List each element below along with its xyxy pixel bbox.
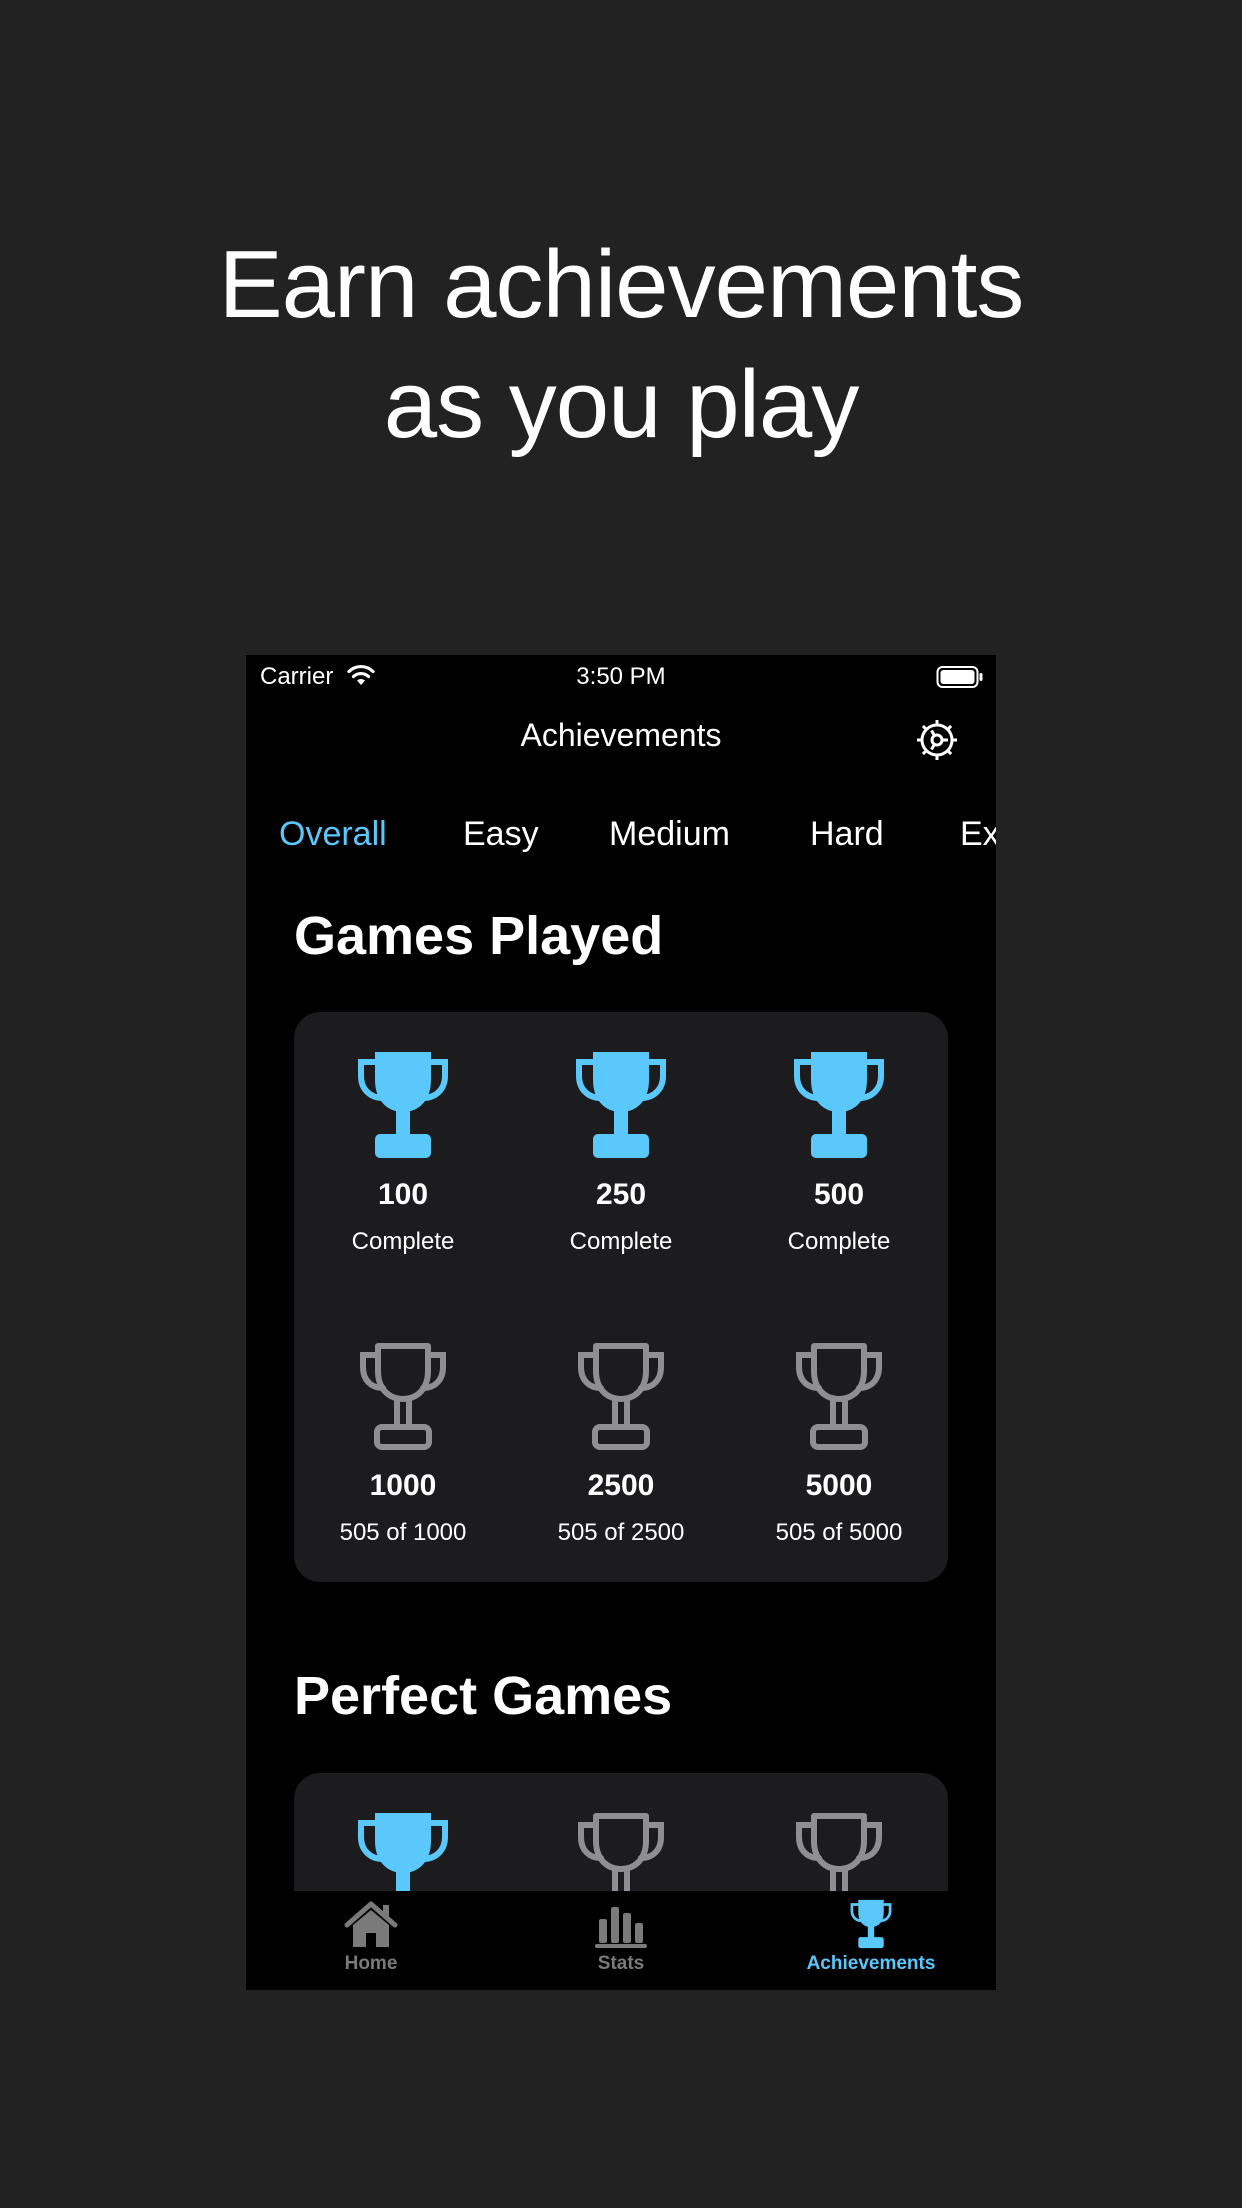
achievement-title: 1000 — [369, 1469, 437, 1502]
status-bar: Carrier 3:50 PM — [246, 655, 996, 699]
tab-bar-home[interactable]: Home — [246, 1899, 496, 1975]
achievement-status: Complete — [787, 1228, 891, 1255]
nav-title: Achievements — [520, 717, 722, 753]
headline-line-2: as you play — [383, 351, 860, 458]
achievement-title: 250 — [595, 1178, 647, 1211]
tab-hard[interactable]: Hard — [810, 815, 884, 854]
trophy-icon — [850, 1899, 892, 1949]
section-title-games-played: Games Played — [294, 906, 664, 966]
status-time: 3:50 PM — [576, 663, 666, 690]
tab-bar: Home Stats Achievements — [246, 1891, 996, 1990]
achievement-title: 100 — [377, 1178, 429, 1211]
achievement-item[interactable]: 2500 505 of 2500 — [512, 1341, 730, 1547]
tab-overall[interactable]: Overall — [279, 815, 387, 854]
section-title-perfect-games: Perfect Games — [294, 1666, 673, 1726]
phone-screen: Carrier 3:50 PM Achievements Overall Eas… — [246, 655, 996, 1990]
tab-bar-label: Stats — [597, 1953, 645, 1974]
tab-easy[interactable]: Easy — [463, 815, 539, 854]
achievement-title: 5000 — [805, 1469, 873, 1502]
achievement-status: Complete — [569, 1228, 673, 1255]
achievement-item[interactable]: 250 Complete — [512, 1050, 730, 1256]
tab-bar-achievements[interactable]: Achievements — [746, 1899, 996, 1975]
tab-medium[interactable]: Medium — [609, 815, 730, 854]
achievement-status: Complete — [351, 1228, 455, 1255]
headline: Earn achievements as you play — [0, 225, 1242, 465]
trophy-icon — [576, 1052, 666, 1158]
achievement-item[interactable]: 100 Complete — [294, 1050, 512, 1256]
tab-expert[interactable]: Ex — [960, 815, 996, 854]
house-icon — [344, 1901, 398, 1947]
trophy-icon — [796, 1343, 882, 1450]
achievement-title: 2500 — [587, 1469, 655, 1502]
tab-bar-stats[interactable]: Stats — [496, 1899, 746, 1975]
bar-chart-icon — [595, 1907, 647, 1948]
difficulty-tabs: Overall Easy Medium Hard Ex — [246, 815, 996, 863]
achievement-item[interactable]: 1000 505 of 1000 — [294, 1341, 512, 1547]
trophy-icon — [358, 1052, 448, 1158]
games-played-card: 100 Complete 250 Complete 500 Complete 1… — [294, 1012, 948, 1582]
achievement-status: 505 of 5000 — [775, 1519, 903, 1546]
tab-bar-label: Home — [344, 1953, 398, 1974]
trophy-icon — [360, 1343, 446, 1450]
achievement-title: 500 — [813, 1178, 865, 1211]
gear-icon[interactable] — [912, 715, 962, 770]
tab-bar-label: Achievements — [806, 1953, 936, 1974]
achievement-item[interactable]: 5000 505 of 5000 — [730, 1341, 948, 1547]
trophy-icon — [578, 1343, 664, 1450]
achievement-status: 505 of 1000 — [339, 1519, 467, 1546]
achievement-item[interactable]: 500 Complete — [730, 1050, 948, 1256]
trophy-icon — [794, 1052, 884, 1158]
achievement-status: 505 of 2500 — [557, 1519, 685, 1546]
battery-icon — [936, 665, 984, 696]
headline-line-1: Earn achievements — [218, 231, 1025, 338]
